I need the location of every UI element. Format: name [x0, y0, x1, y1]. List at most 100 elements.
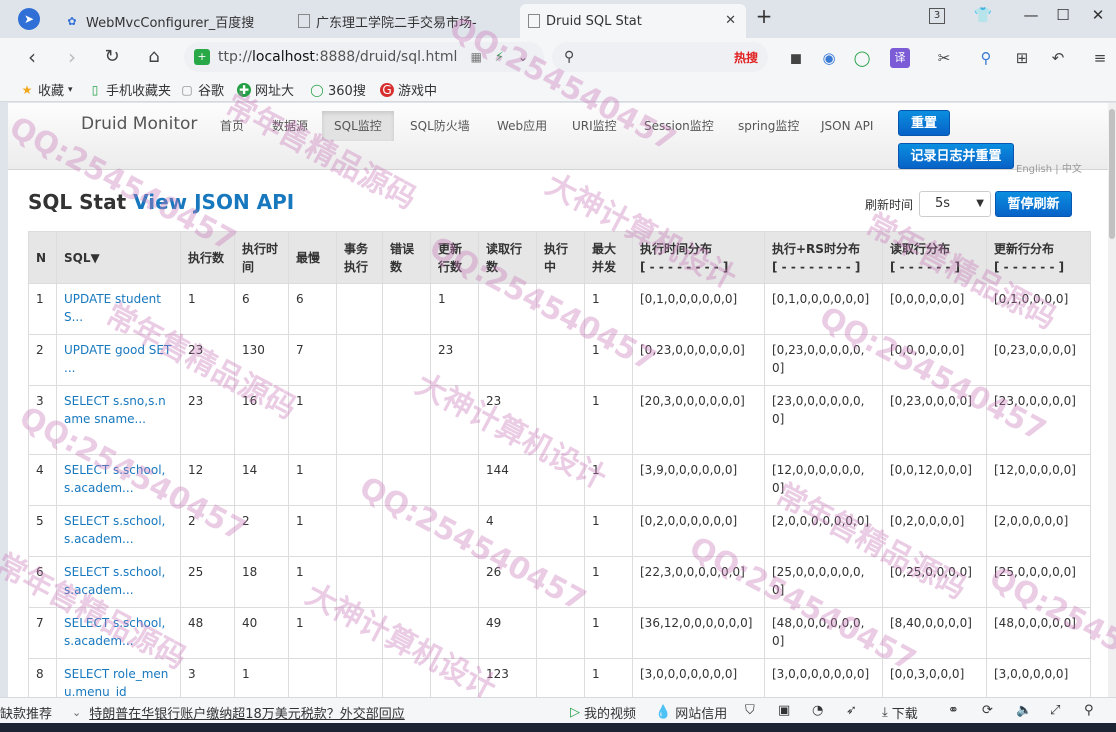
table-cell: [0,1,0,0,0,0,0,0]: [764, 283, 883, 335]
minimize-icon[interactable]: —: [1018, 6, 1044, 24]
bookmark-item[interactable]: ◯ 360搜: [310, 80, 366, 100]
reset-button[interactable]: 重置: [898, 110, 950, 136]
nav-spring-monitor[interactable]: spring监控: [726, 111, 811, 141]
table-cell: [336, 505, 383, 557]
sql-link[interactable]: UPDATE good SET ...: [64, 343, 171, 375]
speed-icon[interactable]: ◔: [812, 703, 823, 718]
brand-title[interactable]: Druid Monitor: [81, 114, 197, 134]
search-icon: ⚲: [564, 49, 575, 65]
tab-druid-sql-stat[interactable]: Druid SQL Stat ✕: [520, 4, 746, 38]
cache-icon[interactable]: ⟳: [982, 703, 993, 718]
nav-sql-firewall[interactable]: SQL防火墙: [398, 111, 482, 141]
tab-count-badge[interactable]: 3: [929, 8, 945, 24]
link-icon[interactable]: ⚭: [948, 703, 959, 718]
url-path: :8888/druid/sql.html: [314, 49, 458, 65]
new-tab-button[interactable]: +: [751, 4, 777, 28]
my-video-button[interactable]: ▷ 我的视频: [570, 703, 636, 722]
nav-sql-monitor[interactable]: SQL监控: [322, 111, 394, 141]
sql-link[interactable]: SELECT s.school, s.academ...: [64, 463, 165, 495]
column-header: 读取行数: [478, 231, 537, 284]
sql-cell: SELECT s.school, s.academ...: [56, 454, 181, 506]
bolt-icon[interactable]: ⚡: [495, 50, 504, 65]
table-cell: [382, 556, 431, 608]
sql-link[interactable]: SELECT s.school, s.academ...: [64, 565, 165, 597]
refresh-interval-select[interactable]: 5s ▼: [919, 191, 991, 217]
grid-icon[interactable]: ⊞: [1012, 48, 1032, 68]
sql-link[interactable]: SELECT s.school, s.academ...: [64, 616, 165, 648]
table-cell: 1: [28, 283, 57, 335]
tab-baidu[interactable]: ✿ WebMvcConfigurer_百度搜: [56, 4, 282, 38]
table-header-row: N SQL▼ 执行数 执行时间 最慢 事务执行 错误数 更新行数 读取行数 执行中 最大并发 执行时间…: [28, 231, 1091, 284]
language-switch[interactable]: English | 中文: [1016, 160, 1082, 175]
scissors-icon[interactable]: ✂: [934, 48, 954, 68]
table-cell: 7: [288, 334, 337, 386]
bookmark-item[interactable]: ✚ 网址大: [237, 80, 294, 99]
fullscreen-icon[interactable]: ⤢: [1050, 703, 1060, 718]
chevron-down-icon[interactable]: ⌄: [518, 50, 528, 64]
hot-search-label[interactable]: 热搜: [734, 49, 758, 66]
volume-icon[interactable]: 🔈: [1016, 703, 1032, 718]
extension-icon[interactable]: ◼: [786, 48, 806, 68]
shirt-icon[interactable]: 👕: [970, 6, 996, 24]
download-button[interactable]: ⤓ 下载: [882, 703, 918, 722]
page-scrollbar[interactable]: [1108, 103, 1116, 697]
nav-uri-monitor[interactable]: URI监控: [560, 111, 629, 141]
shield-status-icon[interactable]: ⛉: [745, 703, 755, 718]
table-cell: 1: [288, 607, 337, 659]
bookmark-item[interactable]: ▢ 谷歌: [180, 80, 224, 100]
table-cell: [0,25,0,0,0,0]: [882, 556, 987, 608]
magnifier-icon[interactable]: ⚲: [976, 48, 996, 68]
undo-icon[interactable]: ↶: [1048, 48, 1068, 68]
translate-icon[interactable]: 译: [890, 48, 910, 68]
extension-icon[interactable]: ◯: [852, 48, 872, 68]
table-cell: 1: [584, 505, 633, 557]
nav-web-app[interactable]: Web应用: [485, 111, 559, 141]
bookmark-item[interactable]: G 游戏中: [380, 80, 437, 99]
drop-icon: 💧: [655, 705, 672, 720]
pause-refresh-button[interactable]: 暂停刷新: [995, 191, 1072, 217]
table-cell: [478, 283, 537, 335]
image-icon[interactable]: ▣: [778, 703, 790, 718]
bookmark-item[interactable]: ★ 收藏 ▾: [20, 80, 73, 100]
rocket-icon[interactable]: ➶: [846, 703, 857, 718]
sql-cell: SELECT role_menu.menu_id: [56, 658, 181, 697]
browser-logo-icon[interactable]: ➤: [18, 8, 40, 30]
reload-icon[interactable]: ↻: [100, 46, 124, 68]
sql-link[interactable]: UPDATE student S...: [64, 292, 161, 324]
log-and-reset-button[interactable]: 记录日志并重置: [898, 143, 1014, 169]
table-cell: 1: [584, 334, 633, 386]
qr-icon[interactable]: ▦: [471, 50, 482, 64]
nav-session-monitor[interactable]: Session监控: [632, 111, 726, 141]
extension-icon[interactable]: ◉: [819, 48, 839, 68]
column-header[interactable]: SQL▼: [56, 231, 181, 284]
maximize-icon[interactable]: ☐: [1050, 6, 1076, 24]
home-icon[interactable]: ⌂: [142, 46, 166, 68]
scrollbar-thumb[interactable]: [1109, 109, 1115, 239]
table-cell: [0,2,0,0,0,0,0,0]: [632, 505, 765, 557]
search-input[interactable]: ⚲ 热搜: [552, 42, 768, 72]
view-json-api-link[interactable]: View JSON API: [133, 190, 294, 214]
chevron-down-icon: ▾: [68, 84, 73, 95]
news-ticker[interactable]: ⌄ 特朗普在华银行账户缴纳超18万美元税款？外交部回应: [72, 703, 405, 722]
menu-icon[interactable]: ≡: [1090, 48, 1110, 68]
sql-link[interactable]: SELECT s.school, s.academ...: [64, 514, 165, 546]
forward-icon[interactable]: ›: [60, 46, 84, 68]
sql-link[interactable]: SELECT s.sno,s.name sname...: [64, 394, 166, 426]
back-icon[interactable]: ‹: [20, 46, 44, 68]
nav-home[interactable]: 首页: [208, 111, 256, 141]
table-cell: [0,0,0,0,0,0]: [882, 334, 987, 386]
nav-datasource[interactable]: 数据源: [260, 111, 320, 141]
tab-title: 广东理工学院二手交易市场-: [316, 15, 477, 31]
bookmark-item[interactable]: ▯ 手机收藏夹: [88, 80, 171, 100]
tab-market[interactable]: 广东理工学院二手交易市场-: [290, 4, 516, 38]
close-window-icon[interactable]: ✕: [1085, 6, 1111, 24]
close-icon[interactable]: ✕: [725, 13, 736, 28]
site-credit-button[interactable]: 💧 网站信用: [655, 703, 727, 722]
column-header: 执行时间分布 [ - - - - - - - - ]: [632, 231, 765, 284]
status-recommend[interactable]: 缺款推荐: [0, 703, 52, 722]
nav-json-api[interactable]: JSON API: [809, 111, 885, 141]
sql-link[interactable]: SELECT role_menu.menu_id: [64, 667, 168, 697]
zoom-icon[interactable]: ⚲: [1084, 703, 1094, 718]
url-input[interactable]: + ttp://localhost:8888/druid/sql.html ▦ …: [184, 42, 544, 72]
sql-cell: UPDATE good SET ...: [56, 334, 181, 386]
